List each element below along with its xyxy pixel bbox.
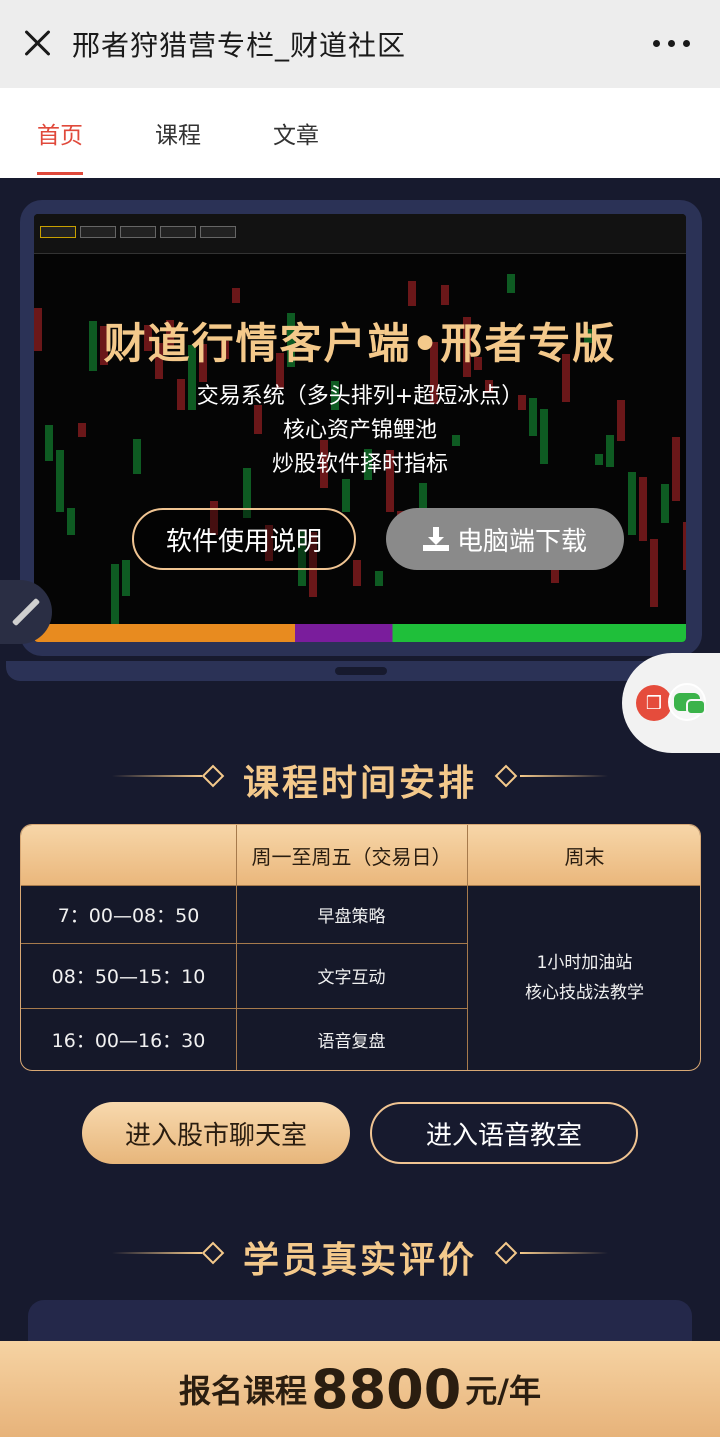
voice-room-button[interactable]: 进入语音教室 — [370, 1102, 638, 1164]
candle-mark — [232, 288, 240, 303]
header-cell-empty — [21, 825, 236, 885]
desktop-download-label: 电脑端下载 — [456, 526, 587, 557]
indicator-strip — [34, 624, 686, 642]
candle-mark — [661, 484, 669, 523]
candle-mark — [507, 274, 515, 293]
banner-line-3: 炒股软件择时指标 — [271, 452, 448, 477]
candle-mark — [122, 560, 130, 596]
candle-mark — [628, 472, 636, 535]
voice-room-label: 进入语音教室 — [425, 1120, 582, 1151]
heading-decoration-right — [520, 1252, 608, 1254]
candle-mark — [67, 508, 75, 535]
wechat-icon[interactable] — [668, 683, 706, 721]
download-icon — [422, 527, 449, 551]
candle-mark — [342, 479, 350, 512]
candle-mark — [375, 571, 383, 586]
pencil-icon — [11, 597, 41, 627]
candle-mark — [441, 285, 449, 305]
software-manual-button[interactable]: 软件使用说明 — [132, 508, 356, 570]
tab-home[interactable]: 首页 — [37, 116, 83, 150]
weekend-line-1: 1小时加油站 — [536, 953, 633, 973]
banner-line-1: 交易系统（多头排列+超短冰点） — [196, 384, 524, 409]
table-cell-weekend: 1小时加油站 核心技战法教学 — [467, 885, 700, 1070]
header-cell-weekend: 周末 — [564, 844, 605, 869]
banner-title: 财道行情客户端•邢者专版 — [103, 319, 617, 368]
signup-price: 8800 — [311, 1357, 462, 1421]
software-banner: 财道行情客户端•邢者专版 交易系统（多头排列+超短冰点） 核心资产锦鲤池 炒股软… — [20, 200, 702, 656]
table-cell-time: 08：50—15：10 — [51, 966, 206, 988]
more-icon[interactable] — [653, 40, 690, 47]
table-cell-weekday: 语音复盘 — [317, 1032, 386, 1052]
heading-decoration-right — [520, 775, 608, 777]
terminal-toolbar — [34, 214, 686, 254]
software-manual-label: 软件使用说明 — [165, 526, 322, 557]
banner-line-2: 核心资产锦鲤池 — [282, 418, 437, 443]
desktop-download-button[interactable]: 电脑端下载 — [386, 508, 624, 570]
table-cell-time: 7：00—08：50 — [57, 904, 200, 927]
banner-screen: 财道行情客户端•邢者专版 交易系统（多头排列+超短冰点） 核心资产锦鲤池 炒股软… — [34, 214, 686, 642]
signup-prefix: 报名课程 — [178, 1372, 307, 1410]
table-cell-weekday: 文字互动 — [317, 968, 386, 988]
table-cell-time: 16：00—16：30 — [51, 1030, 206, 1052]
reviews-heading: 学员真实评价 — [242, 1240, 477, 1281]
signup-bar[interactable]: 报名课程 8800 元/年 — [0, 1341, 720, 1437]
floating-service-widget[interactable]: ❒ — [622, 653, 720, 753]
tab-active-indicator — [37, 172, 83, 175]
candle-mark — [639, 477, 647, 541]
candle-mark — [353, 560, 361, 586]
signup-suffix: 元/年 — [465, 1372, 541, 1410]
candle-mark — [408, 281, 416, 306]
tab-articles[interactable]: 文章 — [273, 116, 319, 150]
tab-bar: 首页 课程 文章 — [0, 88, 720, 178]
table-header: 周一至周五（交易日） 周末 — [21, 825, 700, 885]
chat-room-button[interactable]: 进入股市聊天室 — [82, 1102, 350, 1164]
candle-mark — [683, 522, 686, 570]
chat-room-label: 进入股市聊天室 — [124, 1120, 307, 1151]
laptop-notch — [335, 667, 387, 675]
weekend-line-2: 核心技战法教学 — [525, 983, 644, 1003]
header-cell-weekday: 周一至周五（交易日） — [251, 844, 452, 869]
page-title: 邢者狩猎营专栏_财道社区 — [72, 29, 407, 62]
table-cell-weekday: 早盘策略 — [317, 906, 386, 927]
close-icon[interactable] — [22, 28, 52, 58]
tab-courses[interactable]: 课程 — [155, 116, 201, 150]
title-bar: 邢者狩猎营专栏_财道社区 — [0, 0, 720, 88]
schedule-table: 周一至周五（交易日） 周末 7：00—08：50 早盘策略 08：50—15：1… — [20, 824, 701, 1071]
candle-mark — [111, 564, 119, 630]
gift-icon[interactable]: ❒ — [636, 685, 672, 721]
candle-mark — [650, 539, 658, 607]
schedule-heading: 课程时间安排 — [242, 763, 477, 804]
